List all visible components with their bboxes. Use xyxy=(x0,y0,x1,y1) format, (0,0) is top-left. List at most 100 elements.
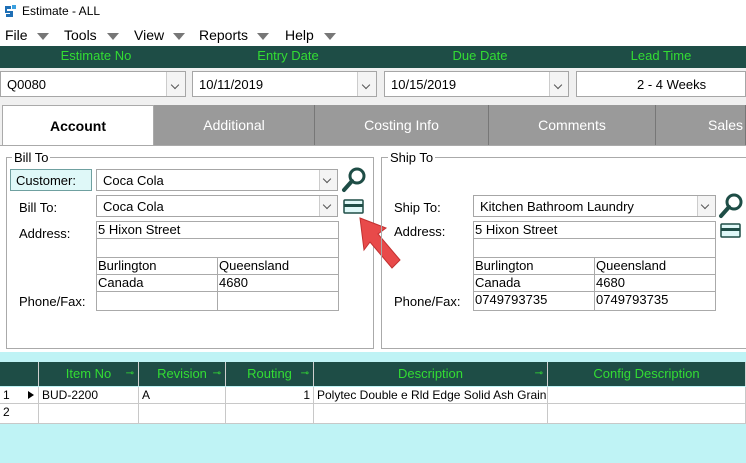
col-header-item-no[interactable]: Item No ⊸ xyxy=(39,362,139,386)
bill-phonefax-label: Phone/Fax: xyxy=(19,294,86,309)
col-header-routing[interactable]: Routing ⊸ xyxy=(226,362,314,386)
col-header-description[interactable]: Description ⊸ xyxy=(314,362,548,386)
ship-city-field[interactable]: Burlington xyxy=(473,257,595,275)
bill-phone-field[interactable] xyxy=(96,291,218,311)
col-header-routing-label: Routing xyxy=(247,366,292,381)
menu-bar: File Tools View Reports Help xyxy=(0,24,746,46)
row-header-2[interactable]: 2 xyxy=(0,404,39,424)
bill-postcode-field[interactable]: 4680 xyxy=(217,274,339,292)
menu-help[interactable]: Help xyxy=(285,27,314,43)
chevron-down-icon[interactable] xyxy=(697,196,715,216)
bill-to-group-title: Bill To xyxy=(12,150,51,165)
bill-state-field[interactable]: Queensland xyxy=(217,257,339,275)
row-header-1[interactable]: 1 xyxy=(0,387,39,404)
window-title: Estimate - ALL xyxy=(22,4,101,18)
ship-address1-field[interactable]: 5 Hixon Street xyxy=(473,221,716,239)
cell-item-no[interactable] xyxy=(39,404,139,424)
entry-date-combo[interactable]: 10/11/2019 xyxy=(192,71,377,97)
chevron-down-icon[interactable] xyxy=(257,33,269,40)
tab-costing-info[interactable]: Costing Info xyxy=(315,105,489,145)
tab-sales[interactable]: Sales xyxy=(656,105,746,145)
cell-description[interactable]: Polytec Double e Rld Edge Solid Ash Grai… xyxy=(314,387,548,404)
col-header-description-label: Description xyxy=(397,366,464,381)
lead-time-value: 2 - 4 Weeks xyxy=(637,77,707,92)
ship-to-group-title: Ship To xyxy=(388,150,436,165)
entry-date-label: Entry Date xyxy=(192,46,384,68)
chevron-down-icon[interactable] xyxy=(319,170,337,190)
app-logo-icon xyxy=(5,5,16,17)
cell-config-description[interactable] xyxy=(548,387,746,404)
credit-card-icon[interactable] xyxy=(720,222,742,240)
cell-revision[interactable]: A xyxy=(139,387,226,404)
ship-to-value: Kitchen Bathroom Laundry xyxy=(480,199,634,214)
title-bar: Estimate - ALL xyxy=(0,0,746,24)
chevron-down-icon[interactable] xyxy=(173,33,185,40)
tab-comments[interactable]: Comments xyxy=(489,105,656,145)
col-header-config-description[interactable]: Config Description xyxy=(548,362,746,386)
bill-to-label: Bill To: xyxy=(19,200,58,215)
col-header-item-no-label: Item No xyxy=(65,366,112,381)
row-number: 1 xyxy=(3,388,10,402)
cell-description[interactable] xyxy=(314,404,548,424)
bill-country-field[interactable]: Canada xyxy=(96,274,218,292)
bill-to-value: Coca Cola xyxy=(103,199,164,214)
cell-routing[interactable] xyxy=(226,404,314,424)
bill-address1-field[interactable]: 5 Hixon Street xyxy=(96,221,339,239)
due-date-combo[interactable]: 10/15/2019 xyxy=(384,71,569,97)
estimate-no-label: Estimate No xyxy=(0,46,192,68)
ship-phonefax-label: Phone/Fax: xyxy=(394,294,461,309)
ship-postcode-field[interactable]: 4680 xyxy=(594,274,716,292)
lead-time-field[interactable]: 2 - 4 Weeks xyxy=(576,71,746,97)
ship-address-label: Address: xyxy=(394,224,446,239)
pin-icon[interactable]: ⊸ xyxy=(301,362,309,386)
row-number: 2 xyxy=(3,405,10,419)
cell-item-no[interactable]: BUD-2200 xyxy=(39,387,139,404)
tab-additional[interactable]: Additional xyxy=(154,105,315,145)
customer-label: Customer: xyxy=(16,173,76,188)
search-icon[interactable] xyxy=(718,192,746,220)
ship-address2-field[interactable] xyxy=(473,238,716,258)
ship-country-field[interactable]: Canada xyxy=(473,274,595,292)
ship-fax-field[interactable]: 0749793735 xyxy=(594,291,716,311)
bill-fax-field[interactable] xyxy=(217,291,339,311)
tab-account[interactable]: Account xyxy=(2,105,154,145)
cell-routing[interactable]: 1 xyxy=(226,387,314,404)
pin-icon[interactable]: ⊸ xyxy=(535,362,543,386)
customer-label-box: Customer: xyxy=(10,169,92,191)
cell-revision[interactable] xyxy=(139,404,226,424)
estimate-no-combo[interactable]: Q0080 xyxy=(0,71,186,97)
cell-config-description[interactable] xyxy=(548,404,746,424)
customer-select[interactable]: Coca Cola xyxy=(96,169,338,191)
ship-state-field[interactable]: Queensland xyxy=(594,257,716,275)
pin-icon[interactable]: ⊸ xyxy=(126,362,134,386)
bill-city-field[interactable]: Burlington xyxy=(96,257,218,275)
search-icon[interactable] xyxy=(341,166,369,194)
menu-tools[interactable]: Tools xyxy=(64,27,97,43)
ship-phone-field[interactable]: 0749793735 xyxy=(473,291,595,311)
customer-value: Coca Cola xyxy=(103,173,164,188)
current-row-indicator-icon xyxy=(28,391,34,399)
menu-view[interactable]: View xyxy=(134,27,164,43)
bill-to-select[interactable]: Coca Cola xyxy=(96,195,338,217)
chevron-down-icon[interactable] xyxy=(357,72,376,96)
chevron-down-icon[interactable] xyxy=(319,196,337,216)
chevron-down-icon[interactable] xyxy=(549,72,568,96)
estimate-no-value: Q0080 xyxy=(7,77,47,92)
pin-icon[interactable]: ⊸ xyxy=(213,362,221,386)
entry-date-value: 10/11/2019 xyxy=(199,77,264,92)
chevron-down-icon[interactable] xyxy=(107,33,119,40)
due-date-label: Due Date xyxy=(384,46,576,68)
chevron-down-icon[interactable] xyxy=(37,33,49,40)
grid-corner xyxy=(0,362,39,386)
menu-file[interactable]: File xyxy=(5,27,28,43)
ship-to-select[interactable]: Kitchen Bathroom Laundry xyxy=(473,195,716,217)
col-header-revision[interactable]: Revision ⊸ xyxy=(139,362,226,386)
bill-address2-field[interactable] xyxy=(96,238,339,258)
chevron-down-icon[interactable] xyxy=(166,72,185,96)
lead-time-label: Lead Time xyxy=(576,46,746,68)
bill-address-label: Address: xyxy=(19,226,71,241)
col-header-revision-label: Revision xyxy=(157,366,207,381)
menu-reports[interactable]: Reports xyxy=(199,27,248,43)
due-date-value: 10/15/2019 xyxy=(391,77,457,92)
chevron-down-icon[interactable] xyxy=(324,33,336,40)
